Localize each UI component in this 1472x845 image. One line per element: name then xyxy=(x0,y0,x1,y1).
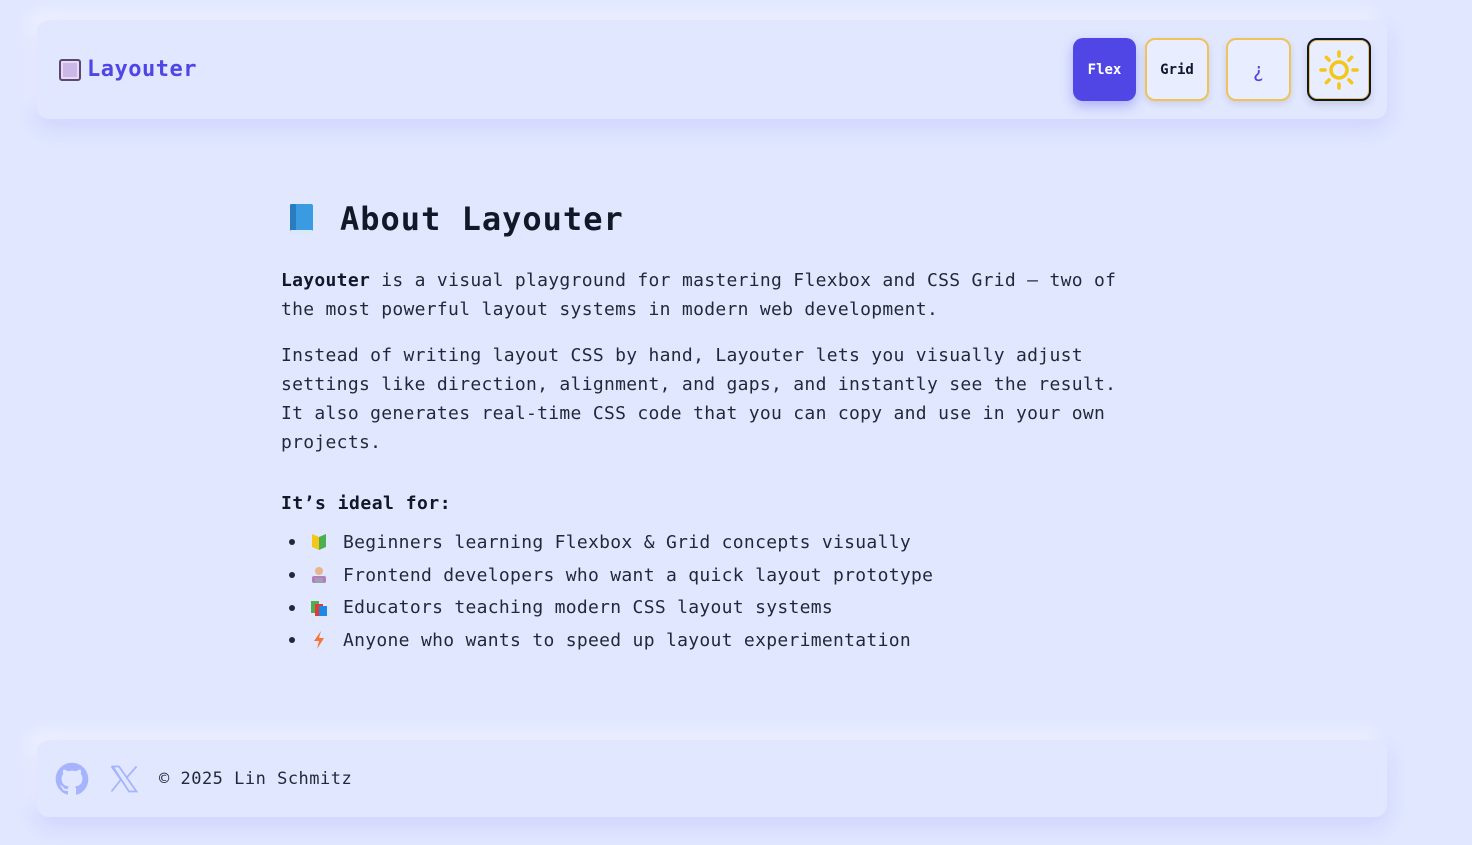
ideal-list: Beginners learning Flexbox & Grid concep… xyxy=(281,526,1141,657)
brand-name: Layouter xyxy=(87,57,197,82)
list-item-text: Anyone who wants to speed up layout expe… xyxy=(343,629,911,651)
list-item: Educators teaching modern CSS layout sys… xyxy=(281,591,1141,624)
grid-button[interactable]: Grid xyxy=(1145,38,1209,101)
flex-button[interactable]: Flex xyxy=(1073,38,1136,101)
theme-toggle-button[interactable] xyxy=(1307,38,1371,101)
book-icon xyxy=(287,203,315,235)
beginner-badge-icon xyxy=(309,532,329,552)
bullet xyxy=(289,637,295,644)
developer-icon xyxy=(309,565,329,585)
about-section: About Layouter Layouter is a visual play… xyxy=(281,200,1141,657)
bullet xyxy=(289,572,295,579)
ideal-heading: It’s ideal for: xyxy=(281,493,452,514)
x-icon[interactable] xyxy=(109,764,139,794)
list-item: Anyone who wants to speed up layout expe… xyxy=(281,624,1141,657)
description-paragraph: Instead of writing layout CSS by hand, L… xyxy=(281,345,1117,453)
app-footer: © 2025 Lin Schmitz xyxy=(37,740,1387,817)
bullet xyxy=(289,539,295,546)
window-icon xyxy=(59,58,81,81)
list-item: Beginners learning Flexbox & Grid concep… xyxy=(281,526,1141,559)
books-icon xyxy=(309,598,329,618)
header-nav: Flex Grid ¿ xyxy=(1073,38,1371,101)
list-item: Frontend developers who want a quick lay… xyxy=(281,559,1141,592)
social-links xyxy=(55,762,139,796)
bullet xyxy=(289,604,295,611)
list-item-text: Frontend developers who want a quick lay… xyxy=(343,564,934,586)
sun-icon xyxy=(1319,49,1359,90)
intro-text: is a visual playground for mastering Fle… xyxy=(281,270,1117,320)
list-item-text: Beginners learning Flexbox & Grid concep… xyxy=(343,531,911,553)
intro-bold: Layouter xyxy=(281,270,371,291)
intro-paragraph: Layouter is a visual playground for mast… xyxy=(281,266,1141,324)
app-header: Layouter Flex Grid ¿ xyxy=(37,20,1387,119)
copyright-text: © 2025 Lin Schmitz xyxy=(159,768,353,789)
brand[interactable]: Layouter xyxy=(59,57,197,82)
page-title: About Layouter xyxy=(281,200,1141,238)
lightning-icon xyxy=(309,630,329,650)
help-button[interactable]: ¿ xyxy=(1226,38,1291,101)
github-icon[interactable] xyxy=(55,762,89,796)
page-title-text: About Layouter xyxy=(340,200,624,238)
list-item-text: Educators teaching modern CSS layout sys… xyxy=(343,597,834,619)
